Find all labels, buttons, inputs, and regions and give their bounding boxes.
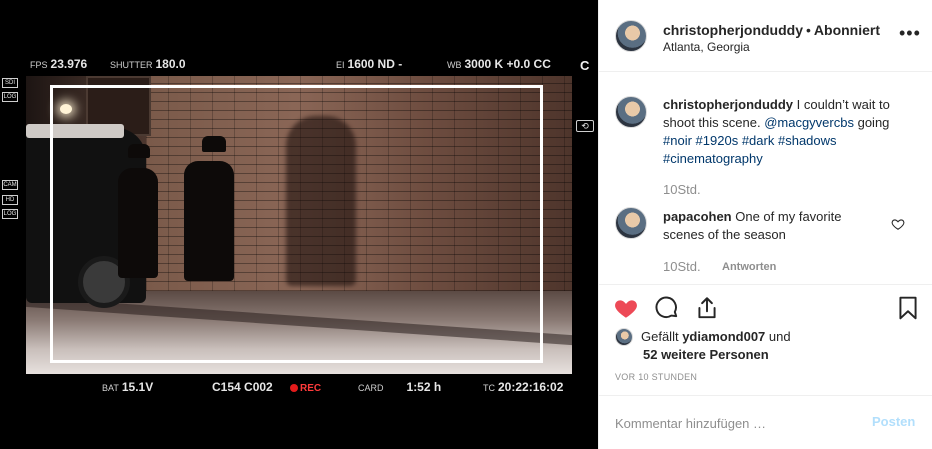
more-options-icon[interactable]: ••• [899,24,921,42]
post-location[interactable]: Atlanta, Georgia [663,40,750,54]
hud-label: SHUTTER [110,60,153,70]
mention-link[interactable]: @macgyvercbs [764,115,854,130]
hud-value: 1600 ND - [347,57,403,71]
comment-time[interactable]: 10Std. [663,259,701,274]
camera-icon: ⟲ [576,120,594,132]
add-comment-bar: Posten [599,395,932,449]
hud-corner-letter: C [580,58,590,73]
liker-username[interactable]: ydiamond007 [682,329,765,344]
hashtag-link[interactable]: #1920s [696,133,739,148]
hud-value: C154 C002 [212,380,273,394]
hud-label: TC [483,383,495,393]
likes-line-1: Gefällt ydiamond007 und [641,328,791,346]
post-side-panel: christopherjonduddy • Abonniert Atlanta, G… [598,0,932,449]
author-username[interactable]: christopherjonduddy [663,22,803,38]
hud-label: EI [336,60,345,70]
hud-fps: FPS 23.976 [30,55,87,73]
record-dot-icon [290,384,298,392]
hud-shutter: SHUTTER 180.0 [110,55,186,73]
frame-guide [50,85,543,363]
likes-and: und [768,329,791,344]
post-media[interactable]: FPS 23.976 SHUTTER 180.0 EI 1600 ND - WB 300… [0,0,598,449]
follow-status-button[interactable]: Abonniert [814,22,880,38]
hud-value: 180.0 [155,57,186,71]
hud-value: 1:52 h [406,380,442,394]
hashtag-link[interactable]: #noir [663,133,692,148]
hud-card: CARD 1:52 h [358,378,441,396]
caption-avatar[interactable] [615,96,647,128]
hud-label: CARD [358,383,384,393]
hud-value: 20:22:16:02 [498,380,564,394]
liker-avatar[interactable] [615,328,633,346]
comment-like-heart-icon[interactable] [891,217,905,231]
hud-value: 3000 K +0.0 CC [464,57,551,71]
hashtag-link[interactable]: #cinematography [663,151,763,166]
author-avatar[interactable] [615,20,647,52]
hud-value: 23.976 [50,57,88,71]
hashtag-link[interactable]: #dark [742,133,775,148]
separator-dot: • [806,22,811,38]
reply-button[interactable]: Antworten [722,261,776,273]
likes-others-link[interactable]: 52 weitere Personen [643,346,769,364]
caption-username[interactable]: christopherjonduddy [663,97,793,112]
hud-wb: WB 3000 K +0.0 CC [447,55,551,73]
hud-ei: EI 1600 ND - [336,55,402,73]
hud-value: REC [300,383,322,394]
hud-battery: BAT 15.1V [102,378,153,396]
comment-input[interactable] [615,412,855,434]
hud-label: WB [447,60,462,70]
commenter-avatar[interactable] [615,207,647,239]
comment-bubble-icon[interactable] [654,295,680,321]
comment-username[interactable]: papacohen [663,209,732,224]
side-tag-cam: CAM [2,180,18,190]
side-tag-log: LOG [2,92,18,102]
post-header: christopherjonduddy • Abonniert Atlanta, G… [599,0,932,72]
hud-clip: C154 C002 [212,378,273,396]
post-timestamp[interactable]: VOR 10 STUNDEN [615,372,697,382]
side-tag-hd: HD [2,195,18,205]
caption-text: christopherjonduddy I couldn’t wait to s… [663,96,899,168]
comments-list[interactable]: christopherjonduddy I couldn’t wait to s… [599,72,932,284]
hud-value: 15.1V [121,380,154,394]
hashtag-link[interactable]: #shadows [778,133,837,148]
share-icon[interactable] [694,295,720,321]
hud-timecode: TC 20:22:16:02 [483,378,563,396]
hud-label: FPS [30,60,48,70]
side-tag-sdi: SDI [2,78,18,88]
comment-text: papacohen One of my favorite scenes of t… [663,208,883,244]
hud-rec: REC [290,378,321,396]
bookmark-icon[interactable] [895,295,921,321]
caption-body-2: going [857,115,890,130]
post-comment-button[interactable]: Posten [872,414,915,429]
hud-label: BAT [102,383,119,393]
like-heart-icon[interactable] [613,295,639,321]
side-tag-log-2: LOG [2,209,18,219]
author-line: christopherjonduddy • Abonniert [663,22,880,38]
post-actions [599,284,932,332]
likes-prefix: Gefällt [641,329,679,344]
caption-time[interactable]: 10Std. [663,182,701,197]
